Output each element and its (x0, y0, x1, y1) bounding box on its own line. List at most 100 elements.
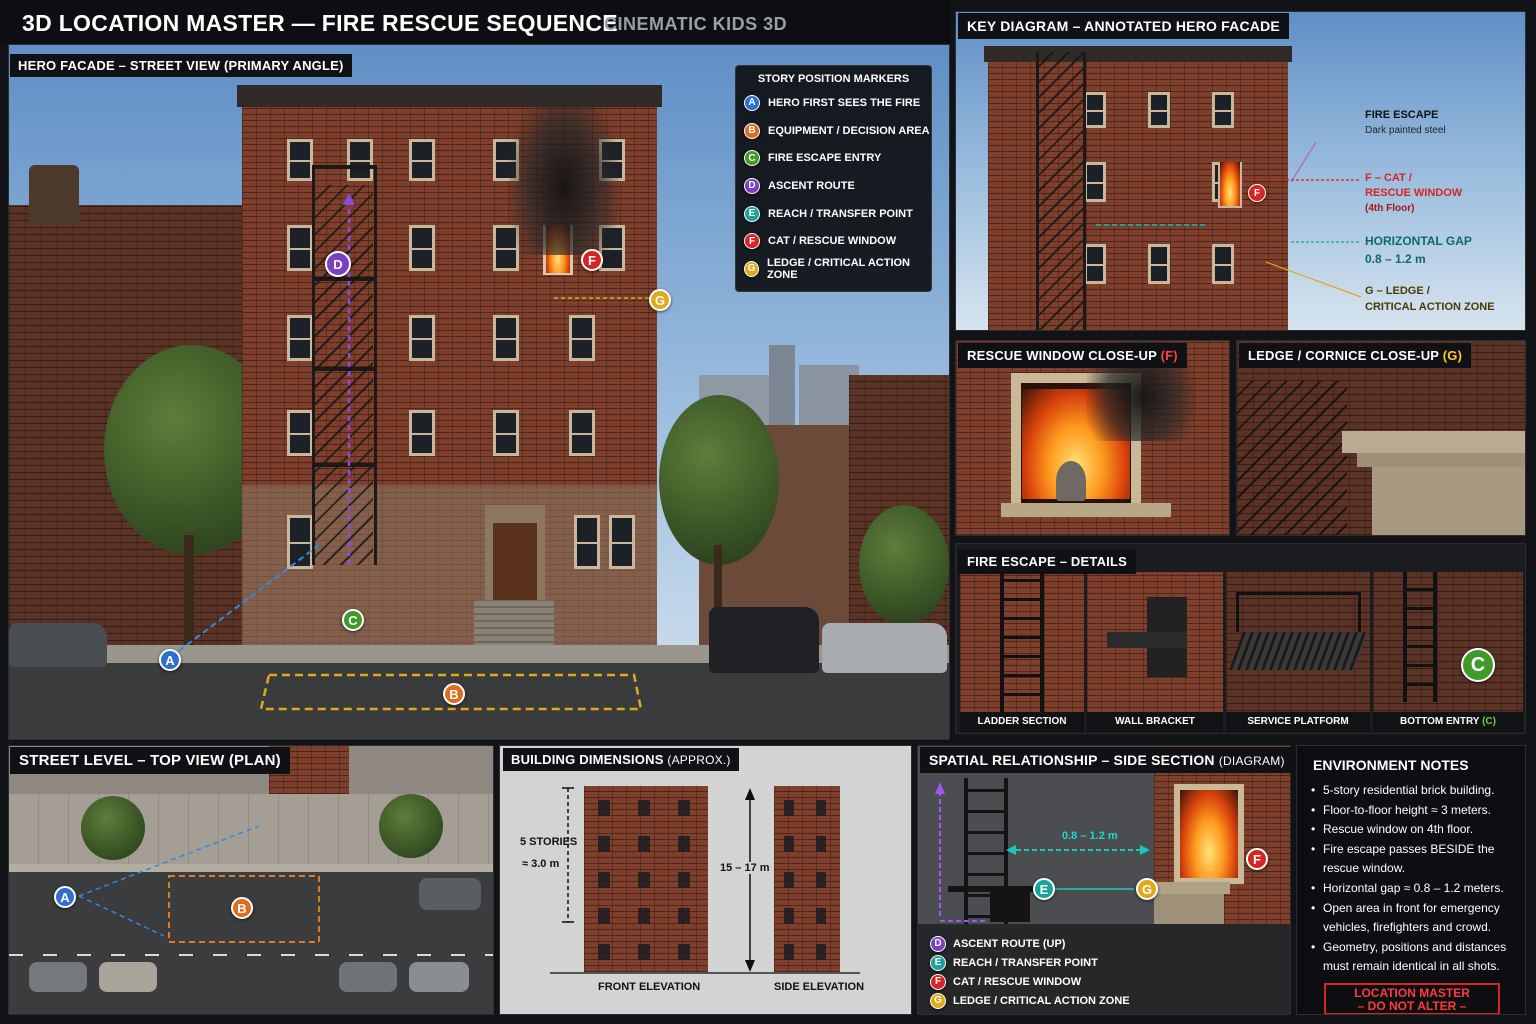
note-item: Floor-to-floor height ≈ 3 meters. (1311, 801, 1519, 821)
legend-pin-g: G (744, 260, 759, 277)
dim-story-height: ≈ 3.0 m (522, 858, 560, 870)
detail-bottom-entry: C BOTTOM ENTRY (C) (1373, 572, 1523, 732)
detail-ladder-caption: LADDER SECTION (960, 712, 1084, 732)
marker-a: A (159, 649, 181, 671)
legend-item-g: G LEDGE / CRITICAL ACTION ZONE (736, 255, 931, 283)
environment-notes-panel: ENVIRONMENT NOTES 5-story residential br… (1296, 745, 1526, 1015)
side-section-label: SPATIAL RELATIONSHIP – SIDE SECTION (DIA… (920, 747, 1294, 773)
section-legend-text-e: REACH / TRANSFER POINT (953, 956, 1098, 969)
section-legend-pin-d: D (930, 935, 946, 952)
marker-g: G (649, 289, 671, 311)
detail-ladder: LADDER SECTION (960, 572, 1084, 732)
key-diagram-label: KEY DIAGRAM – ANNOTATED HERO FACADE (958, 13, 1289, 39)
key-marker-f: F (1248, 184, 1266, 202)
page-title: 3D LOCATION MASTER — FIRE RESCUE SEQUENC… (22, 10, 618, 36)
key-fire-escape-title: FIRE ESCAPE (1365, 109, 1439, 121)
detail-bracket-caption: WALL BRACKET (1087, 712, 1223, 732)
section-legend-text-g: LEDGE / CRITICAL ACTION ZONE (953, 994, 1130, 1007)
section-legend-text-d: ASCENT ROUTE (UP) (953, 937, 1066, 950)
legend-text-b: EQUIPMENT / DECISION AREA (768, 124, 930, 137)
key-f-line1: F – CAT / (1365, 172, 1412, 184)
dimensions-title-sub: (APPROX.) (667, 753, 731, 767)
dimensions-panel: 5 STORIES ≈ 3.0 m 15 – 17 m FRONT ELEVAT… (499, 745, 912, 1015)
legend-text-d: ASCENT ROUTE (768, 179, 855, 192)
section-legend-pin-e: E (930, 954, 946, 971)
key-g-line1: G – LEDGE / (1365, 285, 1430, 297)
key-diagram-overlay (1096, 141, 1362, 298)
dim-front-label: FRONT ELEVATION (598, 981, 701, 993)
note-item: 5-story residential brick building. (1311, 781, 1519, 801)
plan-marker-b: B (231, 897, 253, 919)
marker-c: C (342, 609, 364, 631)
plan-overlay (78, 825, 320, 943)
side-section-panel: 0.8 – 1.2 m E G F D ASCENT ROUTE (UP) E RE… (917, 745, 1291, 1015)
section-marker-e: E (1033, 878, 1055, 900)
notes-list: 5-story residential brick building. Floo… (1311, 781, 1519, 977)
do-not-alter-stamp: LOCATION MASTER – DO NOT ALTER – (1324, 983, 1500, 1014)
key-gap-line2: 0.8 – 1.2 m (1365, 252, 1426, 266)
key-f-line3: (4th Floor) (1365, 203, 1415, 214)
rescue-window-closeup-panel (955, 340, 1230, 536)
legend-text-c: FIRE ESCAPE ENTRY (768, 152, 882, 165)
legend-pin-d: D (744, 177, 760, 194)
key-diagram-panel: F FIRE ESCAPE Dark painted steel F – CAT… (955, 11, 1526, 331)
section-legend-pin-f: F (930, 973, 946, 990)
section-legend-f: F CAT / RESCUE WINDOW (930, 972, 1130, 991)
section-legend-text-f: CAT / RESCUE WINDOW (953, 975, 1082, 988)
legend-item-f: F CAT / RESCUE WINDOW (736, 227, 931, 255)
story-markers-legend: STORY POSITION MARKERS A HERO FIRST SEES … (735, 65, 932, 292)
key-gap-line1: HORIZONTAL GAP (1365, 234, 1472, 248)
legend-item-c: C FIRE ESCAPE ENTRY (736, 144, 931, 172)
rescue-closeup-title: RESCUE WINDOW CLOSE-UP (967, 348, 1157, 363)
ledge-closeup-panel (1236, 340, 1526, 536)
plan-view-label: STREET LEVEL – TOP VIEW (PLAN) (10, 747, 290, 774)
detail-platform: SERVICE PLATFORM (1226, 572, 1370, 732)
plan-marker-a: A (54, 886, 76, 908)
legend-item-b: B EQUIPMENT / DECISION AREA (736, 117, 931, 145)
legend-pin-b: B (744, 122, 760, 139)
section-gap-label: 0.8 – 1.2 m (1062, 830, 1118, 842)
dimension-lines (562, 787, 755, 972)
key-f-line2: RESCUE WINDOW (1365, 187, 1463, 199)
side-section-title-sub: (DIAGRAM) (1218, 754, 1285, 768)
detail-bracket: WALL BRACKET (1087, 572, 1223, 732)
studio-name: CINEMATIC KIDS 3D (604, 14, 788, 34)
section-legend-pin-g: G (930, 992, 946, 1009)
section-legend-e: E REACH / TRANSFER POINT (930, 953, 1130, 972)
marker-b: B (443, 683, 465, 705)
detail-bottom-caption: BOTTOM ENTRY (C) (1373, 712, 1523, 732)
dimensions-label: BUILDING DIMENSIONS (APPROX.) (503, 748, 739, 771)
dimensions-title: BUILDING DIMENSIONS (511, 752, 664, 767)
section-legend-d: D ASCENT ROUTE (UP) (930, 934, 1130, 953)
legend-pin-e: E (744, 205, 760, 222)
note-item: Open area in front for emergency vehicle… (1311, 899, 1519, 938)
dim-total-height: 15 – 17 m (718, 862, 772, 874)
hero-facade-label: HERO FACADE – STREET VIEW (PRIMARY ANGLE… (10, 54, 352, 77)
plan-view-panel: A B (8, 745, 494, 1015)
detail-marker-c: C (1461, 648, 1495, 682)
legend-text-g: LEDGE / CRITICAL ACTION ZONE (767, 256, 910, 281)
note-item: Rescue window on 4th floor. (1311, 820, 1519, 840)
rescue-window-closeup-label: RESCUE WINDOW CLOSE-UP (F) (958, 343, 1187, 368)
legend-pin-c: C (744, 150, 760, 167)
marker-d: D (325, 251, 351, 277)
legend-text-a: HERO FIRST SEES THE FIRE (768, 96, 921, 109)
section-marker-f: F (1246, 848, 1268, 870)
key-g-line2: CRITICAL ACTION ZONE (1365, 301, 1495, 313)
ledge-closeup-title: LEDGE / CORNICE CLOSE-UP (1248, 348, 1439, 363)
ledge-closeup-label: LEDGE / CORNICE CLOSE-UP (G) (1239, 343, 1472, 368)
section-legend-g: G LEDGE / CRITICAL ACTION ZONE (930, 991, 1130, 1010)
dim-side-label: SIDE ELEVATION (774, 981, 865, 993)
detail-bottom-caption-tag: (C) (1482, 716, 1496, 727)
legend-title: STORY POSITION MARKERS (757, 73, 910, 85)
section-marker-g: G (1136, 878, 1158, 900)
detail-platform-caption: SERVICE PLATFORM (1226, 712, 1370, 732)
fire-escape-details-label: FIRE ESCAPE – DETAILS (958, 549, 1136, 574)
note-item: Fire escape passes BESIDE the rescue win… (1311, 840, 1519, 879)
legend-item-a: A HERO FIRST SEES THE FIRE (736, 89, 931, 117)
legend-item-d: D ASCENT ROUTE (736, 172, 931, 200)
rescue-closeup-tag: (F) (1160, 348, 1178, 363)
legend-item-e: E REACH / TRANSFER POINT (736, 200, 931, 228)
ledge-closeup-tag: (G) (1442, 348, 1463, 363)
legend-text-f: CAT / RESCUE WINDOW (768, 235, 897, 248)
